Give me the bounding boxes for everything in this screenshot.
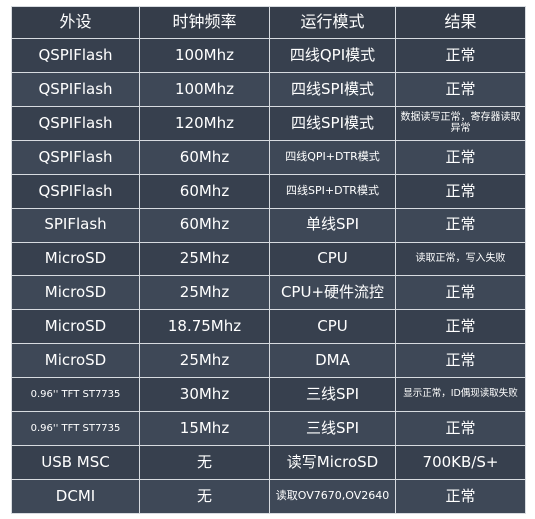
cell-peripheral: DCMI: [11, 478, 140, 515]
cell-peripheral: QSPIFlash: [11, 38, 140, 73]
cell-mode: DMA: [269, 343, 396, 379]
cell-result: 正常: [395, 173, 526, 209]
cell-peripheral: MicroSD: [11, 309, 140, 345]
cell-clock: 60Mhz: [139, 207, 270, 243]
header-peripheral: 外设: [11, 6, 140, 39]
cell-result: 正常: [395, 309, 526, 345]
table-row: SPIFlash 60Mhz 单线SPI 正常: [11, 207, 526, 243]
cell-result: 正常: [395, 71, 526, 107]
cell-mode: 三线SPI: [269, 411, 396, 447]
header-mode: 运行模式: [269, 6, 396, 39]
cell-mode: 四线SPI模式: [269, 105, 396, 141]
cell-mode: 三线SPI: [269, 377, 396, 413]
cell-peripheral: QSPIFlash: [11, 173, 140, 209]
cell-clock: 无: [139, 445, 270, 480]
cell-result: 正常: [395, 139, 526, 175]
table-row: USB MSC 无 读写MicroSD 700KB/S+: [11, 445, 526, 480]
cell-peripheral: 0.96'' TFT ST7735: [11, 411, 140, 447]
cell-clock: 30Mhz: [139, 377, 270, 413]
peripheral-test-table: 外设 时钟频率 运行模式 结果 QSPIFlash 100Mhz 四线QPI模式…: [11, 6, 526, 515]
cell-mode: 四线QPI模式: [269, 38, 396, 73]
cell-clock: 15Mhz: [139, 411, 270, 447]
cell-mode: CPU: [269, 309, 396, 345]
cell-peripheral: MicroSD: [11, 275, 140, 311]
cell-result: 读取正常，写入失败: [395, 241, 526, 277]
cell-mode: 单线SPI: [269, 207, 396, 243]
cell-peripheral: MicroSD: [11, 241, 140, 277]
cell-peripheral: QSPIFlash: [11, 139, 140, 175]
cell-mode: 四线QPI+DTR模式: [269, 139, 396, 175]
cell-result: 显示正常，ID偶现读取失败: [395, 377, 526, 413]
table-row: MicroSD 25Mhz CPU+硬件流控 正常: [11, 275, 526, 311]
table-row: QSPIFlash 60Mhz 四线SPI+DTR模式 正常: [11, 173, 526, 209]
cell-mode: 读取OV7670,OV2640: [269, 478, 396, 515]
table-row: DCMI 无 读取OV7670,OV2640 正常: [11, 478, 526, 515]
cell-result: 正常: [395, 38, 526, 73]
cell-mode: CPU+硬件流控: [269, 275, 396, 311]
table-row: MicroSD 25Mhz CPU 读取正常，写入失败: [11, 241, 526, 277]
header-clock: 时钟频率: [139, 6, 270, 39]
table-row: MicroSD 18.75Mhz CPU 正常: [11, 309, 526, 345]
cell-peripheral: 0.96'' TFT ST7735: [11, 377, 140, 413]
table-row: MicroSD 25Mhz DMA 正常: [11, 343, 526, 379]
cell-mode: 读写MicroSD: [269, 445, 396, 480]
cell-result: 数据读写正常，寄存器读取异常: [395, 105, 526, 141]
cell-result: 正常: [395, 275, 526, 311]
cell-clock: 无: [139, 478, 270, 515]
table-row: 0.96'' TFT ST7735 30Mhz 三线SPI 显示正常，ID偶现读…: [11, 377, 526, 413]
cell-mode: 四线SPI模式: [269, 71, 396, 107]
cell-clock: 25Mhz: [139, 343, 270, 379]
table-row: QSPIFlash 100Mhz 四线QPI模式 正常: [11, 38, 526, 73]
cell-peripheral: QSPIFlash: [11, 71, 140, 107]
cell-result: 正常: [395, 411, 526, 447]
cell-mode: CPU: [269, 241, 396, 277]
table-row: 0.96'' TFT ST7735 15Mhz 三线SPI 正常: [11, 411, 526, 447]
cell-result: 正常: [395, 207, 526, 243]
cell-peripheral: MicroSD: [11, 343, 140, 379]
cell-mode: 四线SPI+DTR模式: [269, 173, 396, 209]
table-header-row: 外设 时钟频率 运行模式 结果: [11, 6, 526, 39]
cell-clock: 120Mhz: [139, 105, 270, 141]
cell-clock: 60Mhz: [139, 139, 270, 175]
cell-peripheral: USB MSC: [11, 445, 140, 480]
table-row: QSPIFlash 100Mhz 四线SPI模式 正常: [11, 71, 526, 107]
table-row: QSPIFlash 120Mhz 四线SPI模式 数据读写正常，寄存器读取异常: [11, 105, 526, 141]
cell-clock: 100Mhz: [139, 71, 270, 107]
table-row: QSPIFlash 60Mhz 四线QPI+DTR模式 正常: [11, 139, 526, 175]
cell-clock: 25Mhz: [139, 241, 270, 277]
cell-clock: 18.75Mhz: [139, 309, 270, 345]
cell-peripheral: SPIFlash: [11, 207, 140, 243]
cell-result-text: 数据读写正常，寄存器读取异常: [400, 111, 521, 135]
cell-clock: 60Mhz: [139, 173, 270, 209]
cell-clock: 25Mhz: [139, 275, 270, 311]
cell-peripheral: QSPIFlash: [11, 105, 140, 141]
cell-result: 700KB/S+: [395, 445, 526, 480]
cell-clock: 100Mhz: [139, 38, 270, 73]
header-result: 结果: [395, 6, 526, 39]
cell-result: 正常: [395, 478, 526, 515]
cell-result: 正常: [395, 343, 526, 379]
